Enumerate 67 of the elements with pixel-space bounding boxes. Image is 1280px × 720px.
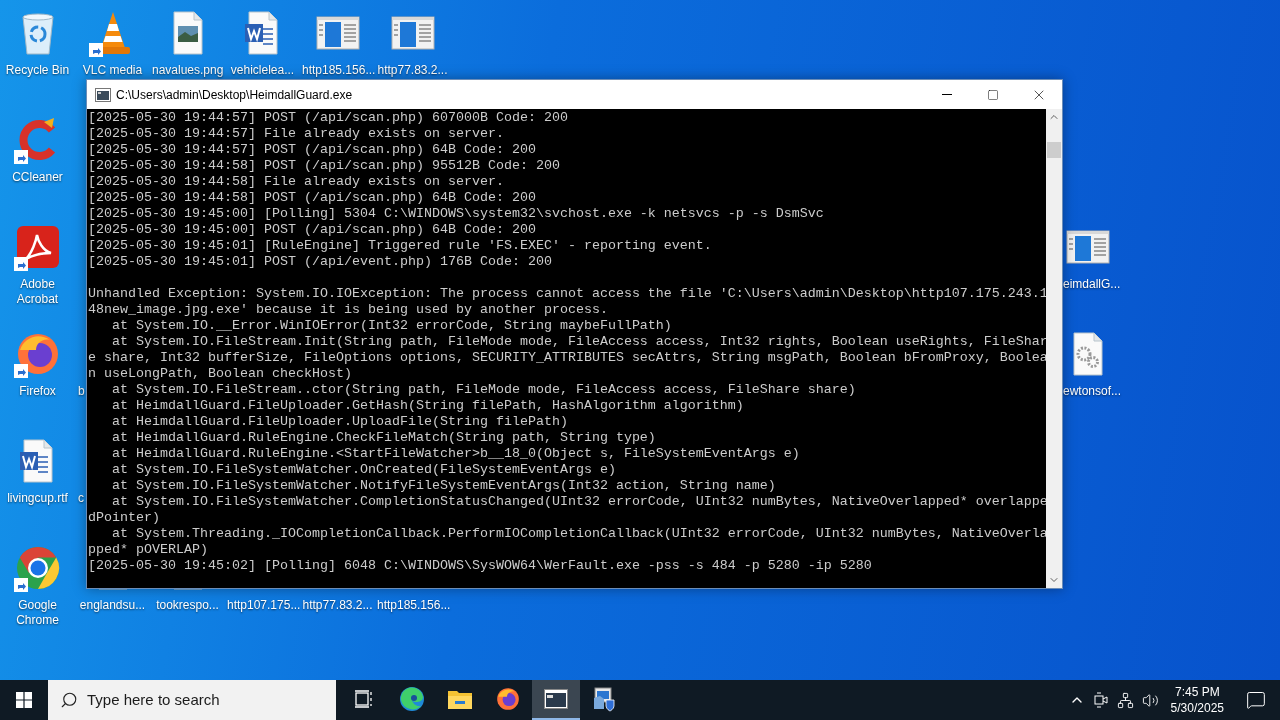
search-bar[interactable]: Type here to search — [48, 680, 336, 720]
minimize-icon — [942, 94, 952, 95]
console-line: at System.IO.FileSystemWatcher.CompletionStatusChanged(UInt32 errorCode, UInt32 numBytes, NativeOverlapped* overlappe — [111, 494, 1046, 510]
console-app-icon — [544, 689, 568, 709]
console-line: at System.IO.__Error.WinIOError(Int32 errorCode, String maybeFullPath) — [111, 318, 672, 334]
edge-icon — [399, 686, 425, 712]
maximize-icon — [987, 88, 999, 101]
console-line: at System.IO.FileStream..ctor(String path, FileMode mode, FileAccess access, FileShare share) — [111, 382, 856, 398]
console-line: [2025-05-30 19:45:01] [RuleEngine] Triggered rule 'FS.EXEC' - reporting event. — [88, 238, 712, 254]
icon-label[interactable]: CCleaner — [0, 170, 75, 185]
console-line: [2025-05-30 19:45:01] POST (/api/event.php) 176B Code: 200 — [88, 254, 552, 270]
console-line: at System.IO.FileStream.Init(String path, FileMode mode, FileAccess access, Int32 rights, Boolean useRights, FileShar — [111, 334, 1046, 350]
console-line: pped* pOVERLAP) — [88, 542, 208, 558]
icon-label[interactable]: b — [78, 384, 85, 399]
scrollbar-thumb[interactable] — [1047, 142, 1061, 158]
icon-label[interactable]: http107.175... — [225, 598, 300, 613]
icon-label[interactable]: http77.83.2... — [300, 598, 375, 613]
icon-label[interactable]: Firefox — [0, 384, 75, 399]
icon-label[interactable]: VLC media — [75, 63, 150, 78]
firefox-icon — [495, 686, 521, 712]
console-line: at HeimdallGuard.FileUploader.GetHash(String filePath, HashAlgorithm algorithm) — [111, 398, 744, 414]
task-view-icon — [354, 689, 374, 709]
console-app-icon — [95, 87, 111, 102]
search-field[interactable]: Type here to search — [87, 688, 336, 712]
console-line: [2025-05-30 19:45:02] [Polling] 6048 C:\WINDOWS\SysWOW64\WerFault.exe -pss -s 484 -p 5280 -ip 5280 — [88, 558, 872, 574]
console-line: at HeimdallGuard.RuleEngine.<StartFileWatcher>b__18_0(Object s, FileSystemEventArgs e) — [111, 446, 800, 462]
icon-label[interactable]: http77.83.2... — [375, 63, 450, 78]
console-line: [2025-05-30 19:44:58] POST (/api/scan.php) 95512B Code: 200 — [88, 158, 560, 174]
console-line: [2025-05-30 19:44:57] POST (/api/scan.php) 64B Code: 200 — [88, 142, 536, 158]
window-title: C:\Users\admin\Desktop\HeimdallGuard.exe — [116, 86, 353, 104]
console-line: at System.IO.FileSystemWatcher.OnCreated(FileSystemEventArgs e) — [111, 462, 616, 478]
icon-label[interactable]: http185.156... — [375, 598, 450, 613]
camera-icon[interactable] — [1093, 692, 1108, 708]
console-line: [2025-05-30 19:44:57] File already exists on server. — [88, 126, 504, 142]
console-line: 48new_image.jpg.exe' because it is being used by another process. — [88, 302, 608, 318]
console-line: at HeimdallGuard.RuleEngine.CheckFileMatch(String path, String type) — [111, 430, 656, 446]
clock[interactable]: 7:45 PM 5/30/2025 — [1162, 684, 1232, 716]
notifications-icon[interactable] — [1246, 690, 1266, 710]
icon-label[interactable]: ewtonsof... — [1063, 384, 1122, 399]
icon-label[interactable]: englandsu... — [75, 598, 150, 613]
icon-label[interactable]: navalues.png — [150, 63, 225, 78]
console-line: [2025-05-30 19:44:58] POST (/api/scan.php) 64B Code: 200 — [88, 190, 536, 206]
console-line: dPointer) — [88, 510, 160, 526]
console-line: n useLongPath, Boolean checkHost) — [88, 366, 352, 382]
taskbar-app-button[interactable] — [532, 680, 580, 720]
icon-label[interactable]: Adobe Acrobat — [0, 277, 75, 307]
icon-label[interactable]: livingcup.rtf — [0, 491, 75, 506]
icon-label[interactable]: Recycle Bin — [0, 63, 75, 78]
console-line: at System.IO.FileSystemWatcher.NotifyFileSystemEventArgs(Int32 action, String name) — [111, 478, 776, 494]
console-line: [2025-05-30 19:44:57] POST (/api/scan.php) 607000B Code: 200 — [88, 110, 568, 126]
search-icon — [60, 691, 78, 709]
icon-label[interactable]: c — [78, 491, 84, 506]
console-line: at HeimdallGuard.FileUploader.UploadFile(String filePath) — [111, 414, 568, 430]
volume-icon[interactable] — [1141, 691, 1159, 709]
console-line: [2025-05-30 19:45:00] [Polling] 5304 C:\WINDOWS\system32\svchost.exe -k netsvcs -p -s DsmSvc — [88, 206, 824, 222]
network-icon[interactable] — [1116, 691, 1134, 709]
folder-icon — [447, 688, 473, 710]
icon-label[interactable]: Google Chrome — [0, 598, 75, 628]
console-line: [2025-05-30 19:44:58] File already exists on server. — [88, 174, 504, 190]
icon-label[interactable]: tookrespo... — [150, 598, 225, 613]
console-line: [2025-05-30 19:45:00] POST (/api/scan.php) 64B Code: 200 — [88, 222, 536, 238]
icon-label[interactable]: eimdallG... — [1063, 277, 1121, 292]
windows-logo-icon — [16, 692, 32, 708]
icon-label[interactable]: http185.156... — [300, 63, 375, 78]
scrollbar[interactable] — [1046, 109, 1062, 588]
installer-icon — [591, 686, 617, 712]
icon-label[interactable]: vehiclelea... — [225, 63, 300, 78]
